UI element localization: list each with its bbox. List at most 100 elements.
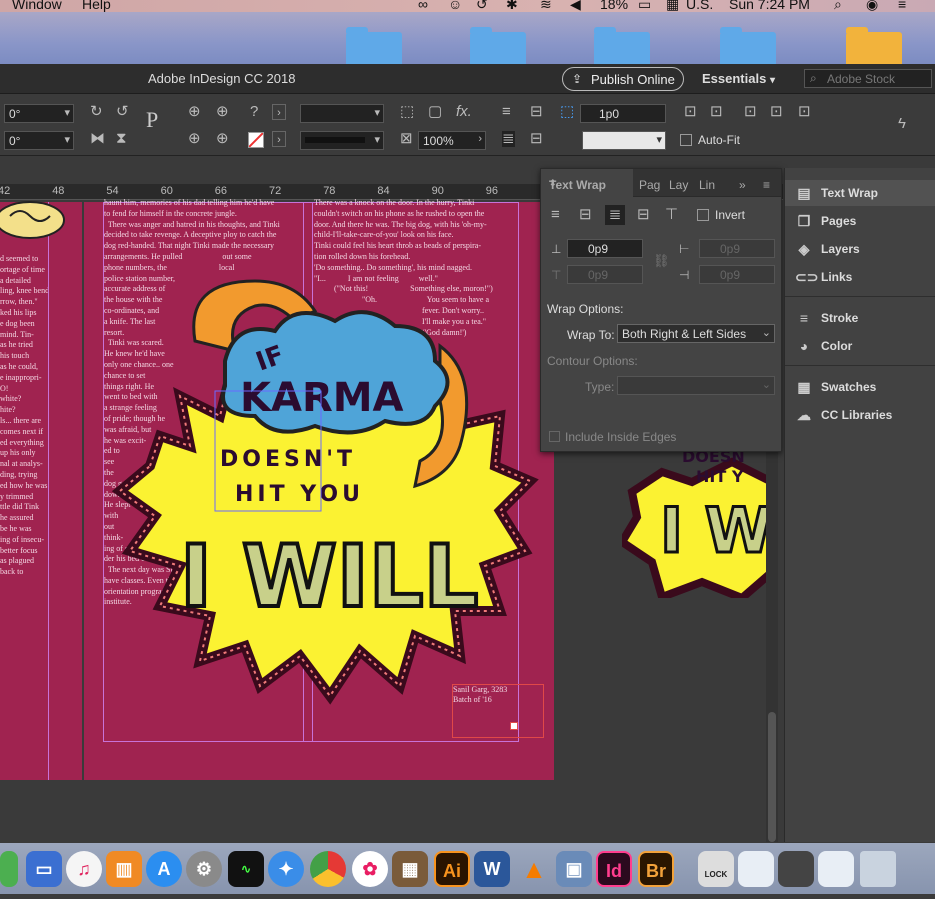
- wrap-shape-icon[interactable]: ≣: [502, 131, 515, 147]
- dock-item-color[interactable]: ◕ Color: [785, 333, 935, 359]
- expand-icon[interactable]: »: [739, 178, 746, 192]
- panel-menu-icon[interactable]: ≡: [763, 178, 770, 192]
- dock-item-text-wrap[interactable]: ▤ Text Wrap: [785, 180, 935, 206]
- tab-layers[interactable]: Lay: [669, 178, 688, 192]
- desktop-folder-icon[interactable]: [846, 27, 902, 64]
- menu-help[interactable]: Help: [82, 0, 111, 12]
- desktop-folder-icon[interactable]: [720, 27, 776, 64]
- select-content-icon[interactable]: ⊕: [216, 104, 229, 120]
- desktop-folder-icon[interactable]: [346, 27, 402, 64]
- out-port-handle[interactable]: [510, 722, 518, 730]
- system-preferences-icon[interactable]: ⚙: [186, 851, 222, 887]
- bottom-offset-field[interactable]: 0p9: [567, 265, 643, 284]
- autofit-checkbox[interactable]: [680, 134, 692, 146]
- tab-links[interactable]: Lin: [699, 178, 715, 192]
- select-previous-icon[interactable]: ⊕: [188, 131, 201, 147]
- wrap-next-column-icon[interactable]: ⊤: [665, 207, 678, 223]
- flip-vertical-icon[interactable]: ⧗: [116, 131, 127, 147]
- stroke-weight-field[interactable]: ▾: [300, 104, 384, 123]
- activity-monitor-icon[interactable]: ∿: [228, 851, 264, 887]
- help-icon[interactable]: ?: [250, 104, 258, 120]
- wrap-none-icon[interactable]: ≡: [502, 104, 511, 120]
- numbers-app-icon[interactable]: [0, 851, 18, 887]
- include-inside-edges-checkbox[interactable]: [549, 431, 560, 442]
- music-app-icon[interactable]: ♫: [66, 851, 102, 887]
- desktop-folder-icon[interactable]: [594, 27, 650, 64]
- opacity-field[interactable]: 100% ›: [418, 131, 486, 150]
- lightning-icon[interactable]: ϟ: [898, 116, 906, 132]
- preview-icon[interactable]: ▣: [556, 851, 592, 887]
- books-app-icon[interactable]: ▥: [106, 851, 142, 887]
- dock-item-links[interactable]: ⊂⊃ Links: [785, 264, 935, 290]
- link-offsets-icon[interactable]: ⛓: [653, 253, 670, 269]
- tab-pages[interactable]: Pag: [639, 178, 660, 192]
- chrome-icon[interactable]: [310, 851, 346, 887]
- wrap-object-shape-icon[interactable]: ≣: [605, 205, 625, 225]
- wrap-jump-icon[interactable]: ⊟: [530, 131, 543, 147]
- top-offset-field[interactable]: 0p9: [567, 239, 643, 258]
- indesign-icon[interactable]: Id: [596, 851, 632, 887]
- document-stack-icon[interactable]: [738, 851, 774, 887]
- align-top-icon[interactable]: ⊡: [684, 104, 697, 120]
- app-store-icon[interactable]: A: [146, 851, 182, 887]
- contour-type-dropdown[interactable]: ⌄: [617, 376, 775, 395]
- left-text-column[interactable]: d seemed to ortage of time a detailed ling,…: [0, 254, 48, 734]
- distribute-icon[interactable]: ⊡: [744, 104, 757, 120]
- calculator-icon[interactable]: ▦: [392, 851, 428, 887]
- desktop-folder-icon[interactable]: [470, 27, 526, 64]
- chevron-right-icon[interactable]: ›: [272, 104, 286, 120]
- volume-icon[interactable]: ◀: [570, 0, 581, 12]
- menubar-clock[interactable]: Sun 7:24 PM: [729, 0, 810, 12]
- siri-icon[interactable]: ◉: [866, 0, 878, 12]
- trash-icon[interactable]: [860, 851, 896, 887]
- creative-cloud-icon[interactable]: ∞: [418, 0, 428, 12]
- downloads-stack-icon[interactable]: [778, 851, 814, 887]
- frame-edge-icon[interactable]: ⬚: [560, 104, 574, 120]
- bluetooth-icon[interactable]: ✱: [506, 0, 518, 12]
- rotation-angle-field[interactable]: 0° ▾: [4, 104, 74, 123]
- wrap-none-icon[interactable]: ≡: [551, 207, 560, 223]
- effects-icon[interactable]: fx.: [456, 104, 472, 120]
- stroke-none-swatch[interactable]: [248, 132, 264, 148]
- dock-item-pages[interactable]: ❐ Pages: [785, 208, 935, 234]
- fit-frame-icon[interactable]: ⬚: [400, 104, 414, 120]
- workspace-switcher[interactable]: Essentials ▾: [702, 71, 775, 86]
- dock-item-stroke[interactable]: ≡ Stroke: [785, 305, 935, 331]
- input-source[interactable]: U.S.: [686, 0, 713, 12]
- wrap-bounding-icon[interactable]: ⊟: [530, 104, 543, 120]
- spotlight-icon[interactable]: ⌕: [834, 0, 842, 12]
- wrap-bounding-box-icon[interactable]: ⊟: [579, 207, 592, 223]
- status-icon[interactable]: ☺: [448, 0, 462, 12]
- karma-artwork[interactable]: KARMA IF DOESN'T HIT YOU I WILL: [100, 266, 550, 706]
- battery-text[interactable]: 18%: [600, 0, 628, 12]
- scale-icon[interactable]: ⊠: [400, 131, 413, 147]
- screenshot-stack-icon[interactable]: [818, 851, 854, 887]
- shear-angle-field[interactable]: 0° ▾: [4, 131, 74, 150]
- vlc-icon[interactable]: ▲: [516, 851, 552, 887]
- dock-item-layers[interactable]: ◈ Layers: [785, 236, 935, 262]
- word-icon[interactable]: W: [474, 851, 510, 887]
- adobe-stock-search[interactable]: ⌕ Adobe Stock: [804, 69, 932, 88]
- battery-icon[interactable]: ▭: [638, 0, 651, 12]
- dock-item-swatches[interactable]: ▦ Swatches: [785, 374, 935, 400]
- publish-online-button[interactable]: ⇪ Publish Online: [562, 67, 684, 91]
- reference-point-icon[interactable]: P: [146, 109, 158, 131]
- keynote-app-icon[interactable]: ▭: [26, 851, 62, 887]
- safari-icon[interactable]: ✦: [268, 851, 304, 887]
- scrollbar-thumb[interactable]: [768, 712, 776, 842]
- chevron-right-icon[interactable]: ›: [272, 131, 286, 147]
- distribute-icon[interactable]: ⊡: [798, 104, 811, 120]
- wrap-to-dropdown[interactable]: Both Right & Left Sides ⌄: [617, 324, 775, 343]
- wifi-icon[interactable]: ≋: [540, 0, 552, 12]
- right-offset-field[interactable]: 0p9: [699, 265, 775, 284]
- left-offset-field[interactable]: 0p9: [699, 239, 775, 258]
- notification-icon[interactable]: ≡: [898, 0, 906, 12]
- wrap-jump-object-icon[interactable]: ⊟: [637, 207, 650, 223]
- bridge-icon[interactable]: Br: [638, 851, 674, 887]
- stroke-style-swatch[interactable]: ▾: [582, 131, 666, 150]
- photos-icon[interactable]: ✿: [352, 851, 388, 887]
- illustrator-icon[interactable]: Ai: [434, 851, 470, 887]
- select-container-icon[interactable]: ⊕: [188, 104, 201, 120]
- drop-shadow-icon[interactable]: ▢: [428, 104, 442, 120]
- flip-horizontal-icon[interactable]: ⧓: [90, 131, 105, 147]
